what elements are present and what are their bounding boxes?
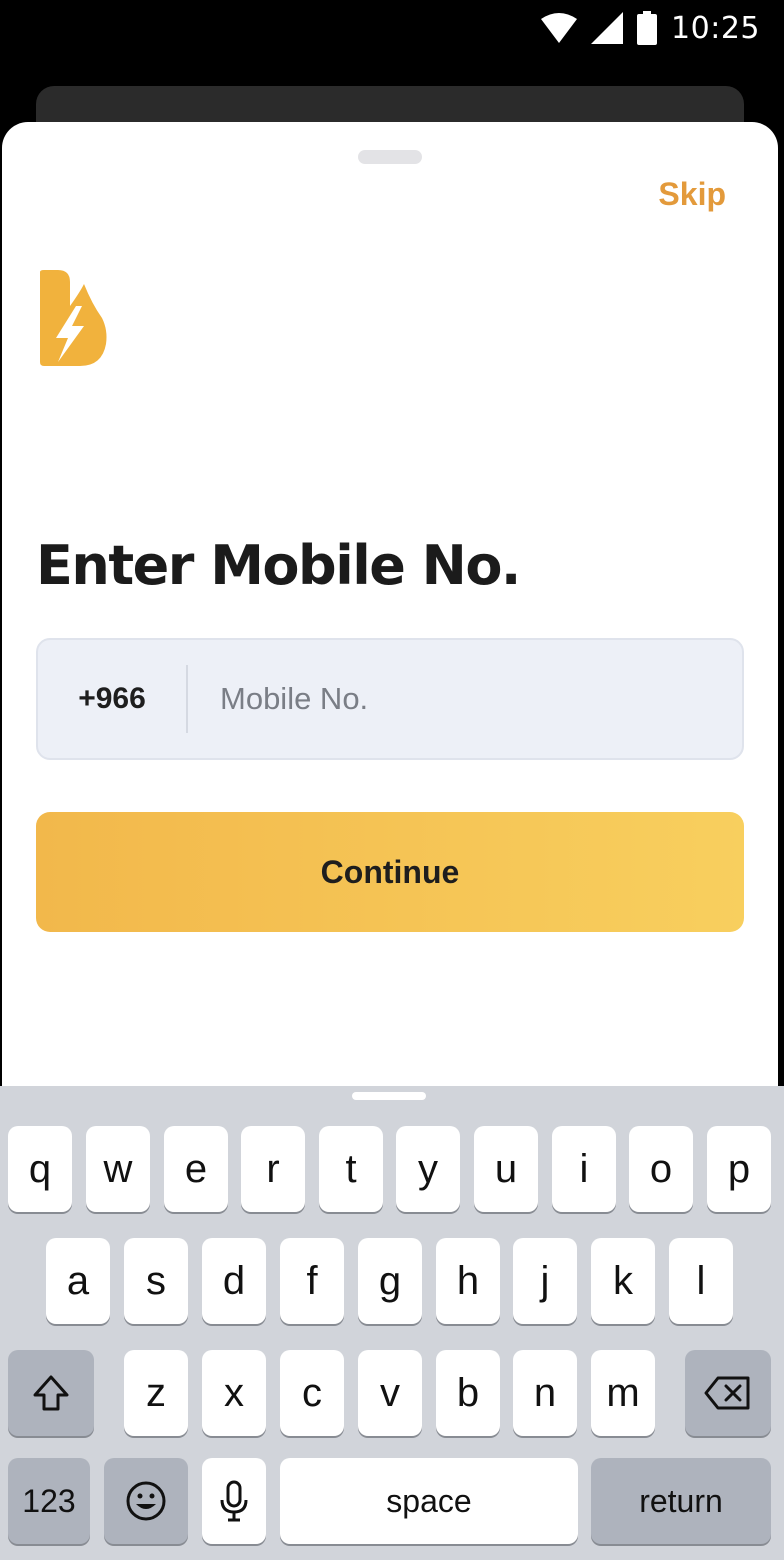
key-y[interactable]: y [396, 1126, 460, 1212]
microphone-key[interactable] [202, 1458, 266, 1544]
page-title: Enter Mobile No. [36, 534, 521, 597]
skip-button[interactable]: Skip [658, 176, 726, 213]
key-l[interactable]: l [669, 1238, 733, 1324]
key-h[interactable]: h [436, 1238, 500, 1324]
key-e[interactable]: e [164, 1126, 228, 1212]
key-w[interactable]: w [86, 1126, 150, 1212]
key-c[interactable]: c [280, 1350, 344, 1436]
cellular-signal-icon [591, 12, 624, 44]
key-r[interactable]: r [241, 1126, 305, 1212]
key-s[interactable]: s [124, 1238, 188, 1324]
key-u[interactable]: u [474, 1126, 538, 1212]
key-k[interactable]: k [591, 1238, 655, 1324]
keyboard-grabber [352, 1092, 426, 1100]
wifi-icon [541, 13, 578, 43]
key-j[interactable]: j [513, 1238, 577, 1324]
key-x[interactable]: x [202, 1350, 266, 1436]
status-bar: 10:25 [0, 0, 784, 56]
sheet-grabber[interactable] [358, 150, 422, 164]
numbers-key[interactable]: 123 [8, 1458, 90, 1544]
key-v[interactable]: v [358, 1350, 422, 1436]
key-a[interactable]: a [46, 1238, 110, 1324]
continue-button[interactable]: Continue [36, 812, 744, 932]
key-p[interactable]: p [707, 1126, 771, 1212]
brand-logo [40, 270, 107, 366]
key-t[interactable]: t [319, 1126, 383, 1212]
key-f[interactable]: f [280, 1238, 344, 1324]
country-code-selector[interactable]: +966 [38, 682, 186, 716]
key-m[interactable]: m [591, 1350, 655, 1436]
key-d[interactable]: d [202, 1238, 266, 1324]
shift-key[interactable] [8, 1350, 94, 1436]
backspace-key[interactable] [685, 1350, 771, 1436]
key-i[interactable]: i [552, 1126, 616, 1212]
key-g[interactable]: g [358, 1238, 422, 1324]
shift-icon [33, 1375, 69, 1411]
key-z[interactable]: z [124, 1350, 188, 1436]
status-time: 10:25 [671, 10, 760, 46]
key-n[interactable]: n [513, 1350, 577, 1436]
battery-icon [637, 11, 658, 45]
on-screen-keyboard: q w e r t y u i o p a s d f g h j k l z … [0, 1086, 784, 1560]
backspace-icon [704, 1376, 750, 1410]
key-q[interactable]: q [8, 1126, 72, 1212]
emoji-key[interactable] [104, 1458, 188, 1544]
key-b[interactable]: b [436, 1350, 500, 1436]
mobile-number-input[interactable] [188, 640, 742, 758]
microphone-icon [220, 1480, 248, 1522]
key-o[interactable]: o [629, 1126, 693, 1212]
return-key[interactable]: return [591, 1458, 771, 1544]
emoji-icon [126, 1481, 166, 1521]
space-key[interactable]: space [280, 1458, 578, 1544]
phone-input-group: +966 [36, 638, 744, 760]
